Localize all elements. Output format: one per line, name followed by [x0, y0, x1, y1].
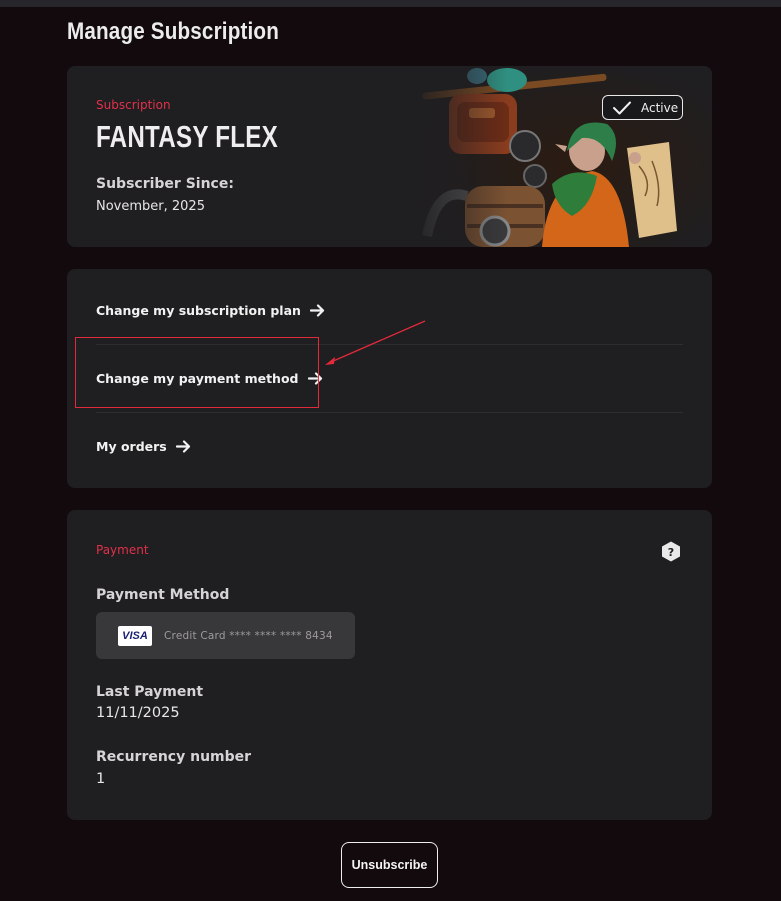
change-subscription-plan-link[interactable]: Change my subscription plan	[96, 303, 325, 318]
help-icon[interactable]: ?	[661, 541, 681, 562]
arrow-right-icon	[175, 440, 190, 453]
subscription-actions-card: Change my subscription plan Change my pa…	[67, 269, 712, 488]
status-badge: Active	[602, 95, 683, 120]
last-payment-label: Last Payment	[96, 684, 204, 700]
svg-text:?: ?	[668, 546, 674, 559]
highlight-box	[75, 337, 319, 408]
status-label: Active	[641, 100, 679, 115]
my-orders-link[interactable]: My orders	[96, 439, 191, 454]
link-label: My orders	[96, 439, 167, 454]
image-fade	[407, 66, 507, 247]
unsubscribe-button[interactable]: Unsubscribe	[341, 842, 438, 888]
payment-method-label: Payment Method	[96, 587, 230, 603]
recurrency-number-label: Recurrency number	[96, 749, 252, 765]
visa-logo-icon: VISA	[118, 625, 152, 646]
recurrency-number-value: 1	[96, 771, 106, 787]
payment-label: Payment	[96, 543, 149, 557]
divider	[96, 412, 683, 413]
payment-card: Payment ? Payment Method VISA Credit Car…	[67, 510, 712, 820]
payment-method-card: VISA Credit Card **** **** **** 8434	[96, 612, 355, 659]
plan-name: FANTASY FLEX	[96, 119, 278, 154]
link-label: Change my subscription plan	[96, 303, 301, 318]
subscription-card: Subscription FANTASY FLEX Subscriber Sin…	[67, 66, 712, 247]
check-icon	[613, 101, 631, 114]
subscription-label: Subscription	[96, 98, 171, 112]
subscriber-since-value: November, 2025	[96, 199, 205, 214]
card-number: Credit Card **** **** **** 8434	[164, 629, 333, 642]
page-title: Manage Subscription	[67, 18, 279, 45]
subscriber-since-label: Subscriber Since:	[96, 176, 234, 192]
top-strip	[0, 0, 781, 7]
last-payment-value: 11/11/2025	[96, 705, 180, 721]
arrow-right-icon	[309, 304, 325, 317]
